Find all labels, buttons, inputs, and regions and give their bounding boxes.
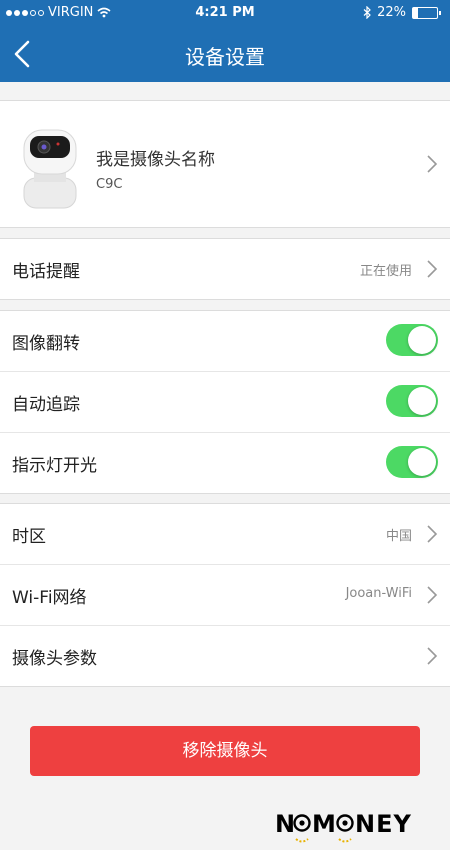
setting-value: Jooan-WiFi [345, 586, 412, 601]
remove-camera-button[interactable]: 移除摄像头 [30, 726, 420, 776]
settings-section: 时区 中国 Wi-Fi网络 Jooan-WiFi 摄像头参数 [0, 503, 450, 687]
chevron-right-icon [427, 647, 438, 665]
toggle-row-auto-tracking: 自动追踪 [0, 372, 450, 433]
image-flip-toggle[interactable] [386, 324, 438, 356]
chevron-right-icon [427, 155, 438, 173]
navigation-bar: 设备设置 [0, 26, 450, 82]
setting-label: 时区 [12, 527, 46, 547]
chevron-right-icon [427, 525, 438, 543]
auto-tracking-toggle[interactable] [386, 385, 438, 417]
page-title: 设备设置 [185, 45, 265, 69]
setting-label: 摄像头参数 [12, 649, 97, 669]
device-model: C9C [96, 177, 123, 192]
camera-thumbnail [23, 129, 77, 209]
chevron-right-icon [427, 260, 438, 278]
phone-alert-value: 正在使用 [359, 264, 412, 279]
svg-text:N: N [275, 810, 296, 838]
phone-alert-label: 电话提醒 [12, 262, 80, 282]
toggle-label: 图像翻转 [12, 334, 80, 354]
toggle-row-image-flip: 图像翻转 [0, 311, 450, 372]
toggle-row-indicator-light: 指示灯开光 [0, 433, 450, 493]
bluetooth-icon [363, 6, 371, 19]
setting-value: 中国 [385, 529, 412, 544]
camera-params-row[interactable]: 摄像头参数 [0, 626, 450, 686]
toggle-knob [408, 387, 436, 415]
toggle-knob [408, 326, 436, 354]
toggle-section: 图像翻转 自动追踪 指示灯开光 [0, 310, 450, 494]
toggle-label: 指示灯开光 [12, 456, 97, 476]
svg-text:M: M [312, 810, 337, 838]
timezone-row[interactable]: 时区 中国 [0, 504, 450, 565]
toggle-knob [408, 448, 436, 476]
indicator-light-toggle[interactable] [386, 446, 438, 478]
status-bar: VIRGIN 4:21 PM 22% [0, 0, 450, 26]
nomoney-logo: N M NEY [275, 810, 412, 843]
phone-alert-section: 电话提醒 正在使用 [0, 238, 450, 300]
device-name: 我是摄像头名称 [96, 150, 215, 170]
header-bar: VIRGIN 4:21 PM 22% 设备设置 [0, 0, 450, 82]
toggle-label: 自动追踪 [12, 395, 80, 415]
battery-percent: 22% [377, 5, 406, 20]
wifi-network-row[interactable]: Wi-Fi网络 Jooan-WiFi [0, 565, 450, 626]
chevron-right-icon [427, 586, 438, 604]
setting-label: Wi-Fi网络 [12, 588, 87, 608]
device-card[interactable]: 我是摄像头名称 C9C [0, 100, 450, 228]
battery-icon [412, 6, 441, 19]
svg-text:NEY: NEY [355, 810, 412, 838]
phone-alert-row[interactable]: 电话提醒 正在使用 [0, 239, 450, 299]
